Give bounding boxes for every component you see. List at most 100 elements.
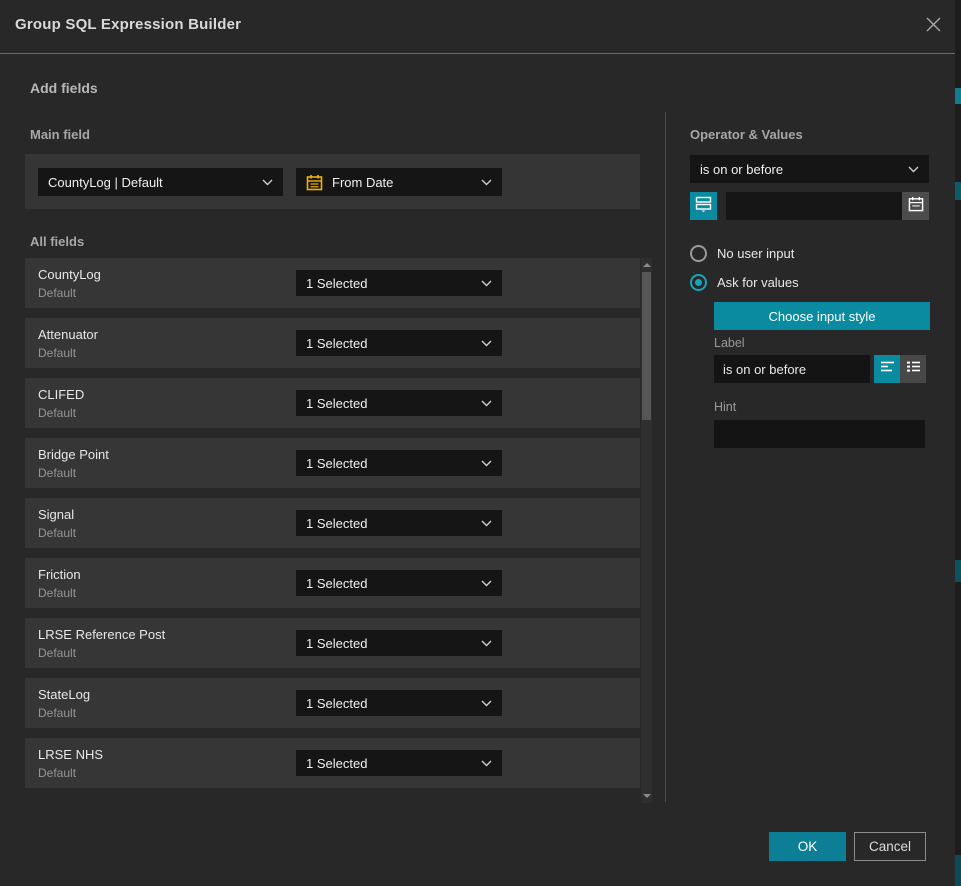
calendar-icon: [908, 196, 924, 217]
date-value-input[interactable]: [726, 192, 902, 220]
chevron-down-icon: [481, 760, 492, 767]
field-sublabel: Default: [38, 346, 76, 360]
operator-select[interactable]: is on or before: [690, 155, 929, 183]
background-edge-fragment: [955, 855, 961, 886]
layer-select[interactable]: CountyLog | Default: [38, 168, 283, 196]
chevron-down-icon: [481, 340, 492, 347]
main-field-panel: CountyLog | Default From Date: [25, 154, 640, 209]
field-row: Signal Default 1 Selected: [25, 498, 640, 548]
field-sublabel: Default: [38, 286, 76, 300]
list-scrollbar[interactable]: [641, 258, 652, 803]
selected-count-value: 1 Selected: [306, 636, 475, 651]
radio-label: Ask for values: [717, 275, 799, 290]
field-row: CountyLog Default 1 Selected: [25, 258, 640, 308]
all-fields-list: CountyLog Default 1 Selected Attenuator …: [25, 258, 640, 798]
background-app-edge: [955, 0, 961, 886]
field-sublabel: Default: [38, 466, 76, 480]
selected-count-value: 1 Selected: [306, 516, 475, 531]
bulleted-list-icon: [906, 360, 921, 378]
choose-input-style-button[interactable]: Choose input style: [714, 302, 930, 330]
value-input-row: [690, 192, 929, 220]
selected-count-dropdown[interactable]: 1 Selected: [296, 450, 502, 476]
field-row: CLIFED Default 1 Selected: [25, 378, 640, 428]
main-field-select[interactable]: From Date: [296, 168, 502, 196]
chevron-down-icon: [481, 520, 492, 527]
scroll-down-arrow-icon[interactable]: [643, 794, 651, 798]
operator-select-value: is on or before: [700, 162, 902, 177]
field-name: Friction: [38, 567, 81, 582]
heading-main-field: Main field: [30, 127, 90, 142]
field-sublabel: Default: [38, 526, 76, 540]
calendar-icon: [306, 174, 323, 191]
chevron-down-icon: [908, 166, 919, 173]
unique-values-button[interactable]: [690, 192, 717, 220]
close-icon: [925, 16, 942, 38]
scroll-up-arrow-icon[interactable]: [643, 263, 651, 267]
heading-add-fields: Add fields: [30, 80, 98, 96]
scrollbar-thumb[interactable]: [642, 272, 651, 420]
calendar-button[interactable]: [902, 192, 929, 220]
field-name: CountyLog: [38, 267, 101, 282]
label-input[interactable]: [714, 355, 870, 383]
selected-count-value: 1 Selected: [306, 696, 475, 711]
layer-select-value: CountyLog | Default: [48, 175, 256, 190]
single-line-style-button[interactable]: [874, 355, 900, 383]
field-row: LRSE Reference Post Default 1 Selected: [25, 618, 640, 668]
field-row: StateLog Default 1 Selected: [25, 678, 640, 728]
field-name: LRSE Reference Post: [38, 627, 165, 642]
chevron-down-icon: [481, 460, 492, 467]
chevron-down-icon: [481, 179, 492, 186]
section-divider: [665, 112, 666, 802]
label-caption: Label: [714, 336, 745, 350]
field-sublabel: Default: [38, 706, 76, 720]
field-name: LRSE NHS: [38, 747, 103, 762]
selected-count-value: 1 Selected: [306, 576, 475, 591]
selected-count-value: 1 Selected: [306, 396, 475, 411]
selected-count-value: 1 Selected: [306, 336, 475, 351]
cancel-button[interactable]: Cancel: [854, 832, 926, 861]
radio-ask-for-values[interactable]: Ask for values: [690, 274, 799, 291]
chevron-down-icon: [481, 700, 492, 707]
main-field-select-value: From Date: [332, 175, 475, 190]
selected-count-dropdown[interactable]: 1 Selected: [296, 630, 502, 656]
heading-all-fields: All fields: [30, 234, 84, 249]
group-sql-expression-builder-dialog: Group SQL Expression Builder Add fields …: [0, 0, 961, 886]
field-sublabel: Default: [38, 646, 76, 660]
ok-button[interactable]: OK: [769, 832, 846, 861]
align-left-icon: [880, 360, 895, 378]
selected-count-dropdown[interactable]: 1 Selected: [296, 510, 502, 536]
selected-count-dropdown[interactable]: 1 Selected: [296, 690, 502, 716]
field-sublabel: Default: [38, 406, 76, 420]
selected-count-value: 1 Selected: [306, 756, 475, 771]
background-edge-fragment: [955, 88, 961, 104]
selected-count-dropdown[interactable]: 1 Selected: [296, 750, 502, 776]
close-button[interactable]: [921, 15, 945, 39]
field-name: CLIFED: [38, 387, 84, 402]
selected-count-dropdown[interactable]: 1 Selected: [296, 270, 502, 296]
field-row: Bridge Point Default 1 Selected: [25, 438, 640, 488]
selected-count-value: 1 Selected: [306, 276, 475, 291]
selected-count-dropdown[interactable]: 1 Selected: [296, 390, 502, 416]
radio-circle-icon: [690, 245, 707, 262]
list-style-button[interactable]: [900, 355, 926, 383]
radio-circle-selected-icon: [690, 274, 707, 291]
field-name: Signal: [38, 507, 74, 522]
field-sublabel: Default: [38, 586, 76, 600]
field-name: Bridge Point: [38, 447, 109, 462]
hint-input[interactable]: [714, 420, 925, 448]
field-row: LRSE NHS Default 1 Selected: [25, 738, 640, 788]
radio-no-user-input[interactable]: No user input: [690, 245, 794, 262]
chevron-down-icon: [262, 179, 273, 186]
background-edge-fragment: [955, 182, 961, 200]
field-name: Attenuator: [38, 327, 98, 342]
selected-count-dropdown[interactable]: 1 Selected: [296, 570, 502, 596]
hint-caption: Hint: [714, 400, 736, 414]
field-row: Friction Default 1 Selected: [25, 558, 640, 608]
field-sublabel: Default: [38, 766, 76, 780]
heading-operator-values: Operator & Values: [690, 127, 803, 142]
chevron-down-icon: [481, 280, 492, 287]
dialog-title: Group SQL Expression Builder: [15, 16, 241, 33]
selected-count-dropdown[interactable]: 1 Selected: [296, 330, 502, 356]
input-style-toggle-group: [874, 355, 926, 383]
chevron-down-icon: [481, 400, 492, 407]
